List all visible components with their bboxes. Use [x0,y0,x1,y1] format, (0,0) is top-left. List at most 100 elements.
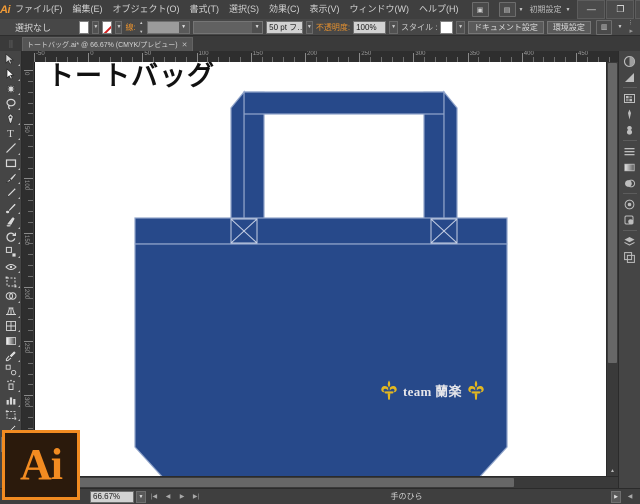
stroke-weight-stepper[interactable]: ▲ ▼ [139,20,144,34]
stroke-weight-combo[interactable]: ▼ [146,20,190,34]
tool-width[interactable] [1,259,21,274]
panel-graphic-styles-icon[interactable] [621,212,639,228]
graphic-style-swatch[interactable] [440,20,454,34]
current-tool-status[interactable]: 手のひら [204,491,609,502]
status-menu-chevron-icon[interactable]: ▶ [611,490,621,503]
status-resize-grip-icon[interactable]: ◀ [624,491,636,503]
preferences-button[interactable]: 環境設定 [546,20,591,34]
tool-perspective-grid[interactable] [1,304,21,319]
document-setup-button[interactable]: ドキュメント設定 [467,20,544,34]
tool-group-corner-icon [17,211,20,214]
menu-select[interactable]: 選択(S) [224,0,264,19]
menu-type[interactable]: 書式(T) [185,0,225,19]
horizontal-scrollbar-thumb[interactable] [34,478,514,487]
tool-eraser[interactable] [1,215,21,230]
chevron-down-icon[interactable]: ▼ [519,7,524,13]
zoom-chevron-down-icon[interactable]: ▼ [136,490,146,503]
menu-effect[interactable]: 効果(C) [264,0,305,19]
menu-edit[interactable]: 編集(E) [68,0,108,19]
menu-help[interactable]: ヘルプ(H) [414,0,464,19]
tool-mesh[interactable] [1,319,21,334]
stroke-color-swatch[interactable] [102,20,113,34]
tool-gradient[interactable] [1,333,21,348]
tool-paintbrush[interactable] [1,171,21,186]
scroll-up-icon[interactable]: ▲ [607,466,618,476]
brush-definition-field[interactable]: 50 pt フ… [266,20,303,34]
document-tab[interactable]: トートバッグ.ai* @ 66.67% (CMYK/プレビュー) ✕ [22,37,193,51]
stroke-weight-chevron-down-icon[interactable]: ▼ [178,21,189,33]
tool-direct-selection[interactable] [1,67,21,82]
panel-artboards-icon[interactable] [621,249,639,265]
tool-free-transform[interactable] [1,274,21,289]
tool-group-corner-icon [17,404,20,407]
tab-bar-grip[interactable]: ⣿ [0,36,22,51]
close-icon[interactable]: ✕ [182,41,188,49]
tool-rectangle[interactable] [1,156,21,171]
tool-eyedropper[interactable] [1,348,21,363]
bag-logo[interactable]: team 蘭楽 [380,380,485,400]
width-profile-chevron-down-icon[interactable]: ▼ [252,21,263,33]
variable-width-profile-combo[interactable]: ▼ [192,20,264,34]
tool-scale[interactable] [1,245,21,260]
panel-stroke-icon[interactable] [621,143,639,159]
tool-blend[interactable] [1,363,21,378]
brush-definition-chevron-down-icon[interactable]: ▼ [305,20,313,34]
artboard[interactable]: トートバッグ team 蘭楽 [35,62,607,482]
prev-artboard-icon[interactable]: ◀ [162,491,174,503]
opacity-field[interactable]: 100% [353,20,387,34]
menu-window[interactable]: ウィンドウ(W) [345,0,415,19]
next-artboard-icon[interactable]: ▶ [176,491,188,503]
tool-type[interactable]: T [1,126,21,141]
tool-selection[interactable] [1,52,21,67]
tool-magic-wand[interactable] [1,82,21,97]
align-chevron-down-icon[interactable]: ▼ [617,24,622,30]
panel-brushes-icon[interactable] [621,106,639,122]
tool-pen[interactable] [1,111,21,126]
tool-symbol-sprayer[interactable] [1,378,21,393]
tool-pencil[interactable] [1,185,21,200]
tote-bag-artwork[interactable] [35,62,607,482]
tool-artboard[interactable] [1,408,21,423]
close-button[interactable]: ✕ [635,0,640,19]
workspace-chevron-down-icon[interactable]: ▼ [565,7,570,13]
ruler-tick-major [24,124,33,126]
panel-layers-icon[interactable] [621,233,639,249]
panel-color-icon[interactable] [621,53,639,69]
tool-lasso[interactable] [1,96,21,111]
first-artboard-icon[interactable]: |◀ [148,491,160,503]
panel-swatches-icon[interactable] [621,90,639,106]
align-panel-icon[interactable]: ▥ [595,19,613,35]
last-artboard-icon[interactable]: ▶| [190,491,202,503]
ruler-tick-major [24,341,33,342]
stroke-swatch-chevron-down-icon[interactable]: ▼ [115,20,123,34]
panel-transparency-icon[interactable] [621,175,639,191]
tool-line-segment[interactable] [1,141,21,156]
menu-file[interactable]: ファイル(F) [10,0,68,19]
panel-symbols-icon[interactable] [621,122,639,138]
tool-rotate[interactable] [1,230,21,245]
fill-color-swatch[interactable] [79,20,90,34]
canvas-area[interactable]: トートバッグ team 蘭楽 [33,62,618,486]
panel-appearance-icon[interactable] [621,196,639,212]
restore-button[interactable]: ❐ [606,0,635,19]
panel-gradient-icon[interactable] [621,159,639,175]
zoom-level-field[interactable]: 66.67% [90,490,134,503]
menu-object[interactable]: オブジェクト(O) [108,0,185,19]
tool-shape-builder[interactable] [1,289,21,304]
opacity-chevron-down-icon[interactable]: ▼ [389,20,399,34]
tool-column-graph[interactable] [1,393,21,408]
panel-color-guide-icon[interactable] [621,69,639,85]
workspace-switcher[interactable]: 初期設定 [529,4,561,15]
minimize-button[interactable]: — [577,0,606,19]
arrange-documents-icon[interactable]: ▤ [498,2,516,17]
fill-swatch-chevron-down-icon[interactable]: ▼ [92,20,100,34]
vertical-scrollbar[interactable]: ▲ ▼ [606,62,618,486]
control-bar-menu-icon[interactable]: ⁝▸ [629,19,635,35]
tool-blob-brush[interactable] [1,200,21,215]
ruler-tick-major [24,70,33,71]
style-chevron-down-icon[interactable]: ▼ [456,20,465,34]
bridge-icon[interactable]: ▣ [471,2,489,17]
horizontal-scrollbar[interactable] [33,476,618,488]
menu-view[interactable]: 表示(V) [305,0,345,19]
vertical-scrollbar-thumb[interactable] [608,63,617,363]
